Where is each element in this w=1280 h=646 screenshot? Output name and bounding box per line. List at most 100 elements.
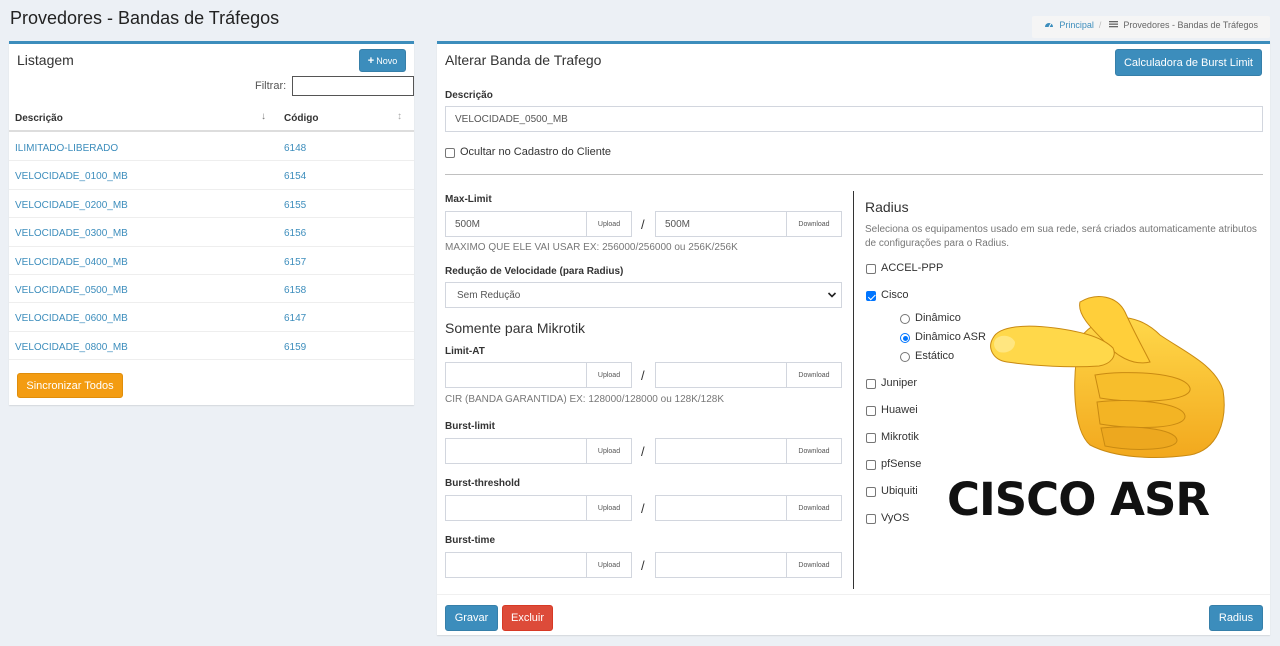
table-row-codigo[interactable]: 6159 bbox=[284, 342, 306, 353]
sync-all-button[interactable]: Sincronizar Todos bbox=[17, 373, 123, 398]
listing-title: Listagem bbox=[17, 52, 74, 68]
burst-time-label: Burst-time bbox=[445, 535, 496, 546]
radius-checkbox-label: ACCEL-PPP bbox=[881, 262, 944, 274]
table-row-descricao[interactable]: VELOCIDADE_0800_MB bbox=[15, 342, 128, 353]
breadcrumb-current: Provedores - Bandas de Tráfegos bbox=[1123, 20, 1258, 30]
max-limit-download-input[interactable]: 500M bbox=[655, 211, 787, 237]
radius-checkbox-juniper[interactable] bbox=[866, 379, 876, 389]
burst-limit-label: Burst-limit bbox=[445, 421, 495, 432]
burst-time-download-input[interactable] bbox=[655, 552, 787, 578]
limit-at-help: CIR (BANDA GARANTIDA) EX: 128000/128000 … bbox=[445, 394, 725, 405]
pointing-hand-emoji-icon bbox=[985, 290, 1230, 463]
page-title: Provedores - Bandas de Tráfegos bbox=[10, 8, 280, 28]
download-addon: Download bbox=[786, 552, 842, 578]
cisco-mode-label: Dinâmico ASR bbox=[915, 331, 986, 343]
burst-threshold-label: Burst-threshold bbox=[445, 478, 520, 489]
table-row-descricao[interactable]: VELOCIDADE_0200_MB bbox=[15, 200, 128, 211]
table-row-descricao[interactable]: VELOCIDADE_0600_MB bbox=[15, 313, 128, 324]
table-row-codigo[interactable]: 6147 bbox=[284, 313, 306, 324]
cisco-mode-radio[interactable] bbox=[900, 352, 910, 362]
radius-checkbox-mikrotik[interactable] bbox=[866, 433, 876, 443]
burst-limit-upload-input[interactable] bbox=[445, 438, 587, 464]
edit-title: Alterar Banda de Trafego bbox=[445, 52, 602, 68]
upload-addon: Upload bbox=[586, 362, 632, 388]
radius-checkbox-label: Juniper bbox=[881, 377, 918, 389]
descricao-input[interactable]: VELOCIDADE_0500_MB bbox=[445, 106, 1263, 132]
table-row-codigo[interactable]: 6157 bbox=[284, 257, 306, 268]
separator-slash: / bbox=[641, 217, 645, 232]
cisco-asr-annotation: CISCO ASR bbox=[947, 473, 1210, 526]
new-button[interactable]: + Novo bbox=[359, 49, 406, 72]
upload-addon: Upload bbox=[586, 552, 632, 578]
burst-limit-download-input[interactable] bbox=[655, 438, 787, 464]
table-row-codigo[interactable]: 6156 bbox=[284, 228, 306, 239]
radius-checkbox-label: VyOS bbox=[881, 512, 910, 524]
table-row-descricao[interactable]: VELOCIDADE_0500_MB bbox=[15, 285, 128, 296]
table-row-descricao[interactable]: VELOCIDADE_0100_MB bbox=[15, 171, 128, 182]
radius-description: Seleciona os equipamentos usado em sua r… bbox=[865, 224, 1257, 249]
hide-client-label: Ocultar no Cadastro do Cliente bbox=[460, 146, 612, 158]
limit-at-label: Limit-AT bbox=[445, 346, 485, 357]
table-row-descricao[interactable]: VELOCIDADE_0300_MB bbox=[15, 228, 128, 239]
radius-button[interactable]: Radius bbox=[1209, 605, 1263, 631]
upload-addon: Upload bbox=[586, 211, 632, 237]
burst-time-upload-input[interactable] bbox=[445, 552, 587, 578]
cisco-mode-radio[interactable] bbox=[900, 314, 910, 324]
radius-checkbox-ubiquiti[interactable] bbox=[866, 487, 876, 497]
limit-at-upload-input[interactable] bbox=[445, 362, 587, 388]
breadcrumb: Principal / Provedores - Bandas de Tráfeg… bbox=[1031, 16, 1270, 38]
radius-checkbox-label: Mikrotik bbox=[881, 431, 919, 443]
table-row-codigo[interactable]: 6158 bbox=[284, 285, 306, 296]
column-header-descricao[interactable]: Descrição bbox=[15, 113, 63, 124]
plus-icon: + bbox=[367, 54, 375, 67]
breadcrumb-home-link[interactable]: Principal bbox=[1059, 20, 1094, 30]
column-header-codigo[interactable]: Código bbox=[284, 113, 318, 124]
listing-panel: Listagem + Novo Filtrar: Descrição ↓ Códi… bbox=[9, 41, 414, 405]
separator-slash: / bbox=[641, 558, 645, 573]
max-limit-help: MAXIMO QUE ELE VAI USAR EX: 256000/25600… bbox=[445, 242, 738, 253]
table-row-codigo[interactable]: 6154 bbox=[284, 171, 306, 182]
radius-checkbox-cisco[interactable] bbox=[866, 291, 876, 301]
burst-calculator-button[interactable]: Calculadora de Burst Limit bbox=[1115, 49, 1262, 76]
chevron-down-icon bbox=[827, 287, 837, 306]
upload-addon: Upload bbox=[586, 438, 632, 464]
download-addon: Download bbox=[786, 211, 842, 237]
radius-checkbox-label: Ubiquiti bbox=[881, 485, 918, 497]
table-row-codigo[interactable]: 6148 bbox=[284, 143, 306, 154]
radius-checkbox-pfsense[interactable] bbox=[866, 460, 876, 470]
download-addon: Download bbox=[786, 362, 842, 388]
save-button[interactable]: Gravar bbox=[445, 605, 498, 631]
max-limit-upload-input[interactable]: 500M bbox=[445, 211, 587, 237]
radius-title: Radius bbox=[865, 199, 909, 215]
table-row-codigo[interactable]: 6155 bbox=[284, 200, 306, 211]
cisco-mode-radio[interactable] bbox=[900, 333, 910, 343]
filter-input[interactable] bbox=[292, 76, 414, 96]
filter-label: Filtrar: bbox=[255, 80, 287, 92]
upload-addon: Upload bbox=[586, 495, 632, 521]
limit-at-download-input[interactable] bbox=[655, 362, 787, 388]
max-limit-label: Max-Limit bbox=[445, 194, 492, 205]
table-row-descricao[interactable]: ILIMITADO-LIBERADO bbox=[15, 143, 118, 154]
sort-both-icon[interactable]: ↕ bbox=[397, 111, 402, 122]
radius-checkbox-accel-ppp[interactable] bbox=[866, 264, 876, 274]
cisco-mode-label: Dinâmico bbox=[915, 312, 961, 324]
radius-checkbox-vyos[interactable] bbox=[866, 514, 876, 524]
burst-threshold-upload-input[interactable] bbox=[445, 495, 587, 521]
table-row-descricao[interactable]: VELOCIDADE_0400_MB bbox=[15, 257, 128, 268]
radius-checkbox-huawei[interactable] bbox=[866, 406, 876, 416]
reducao-label: Redução de Velocidade (para Radius) bbox=[445, 266, 624, 277]
radius-checkbox-label: Cisco bbox=[881, 289, 909, 301]
separator-slash: / bbox=[641, 501, 645, 516]
mikrotik-title: Somente para Mikrotik bbox=[445, 320, 586, 336]
download-addon: Download bbox=[786, 438, 842, 464]
download-addon: Download bbox=[786, 495, 842, 521]
radius-checkbox-label: pfSense bbox=[881, 458, 922, 470]
cisco-mode-label: Estático bbox=[915, 350, 955, 362]
separator-slash: / bbox=[641, 368, 645, 383]
sort-asc-icon[interactable]: ↓ bbox=[261, 111, 266, 122]
reducao-select[interactable]: Sem Redução bbox=[445, 282, 842, 308]
burst-threshold-download-input[interactable] bbox=[655, 495, 787, 521]
radius-checkbox-label: Huawei bbox=[881, 404, 918, 416]
hide-client-checkbox[interactable] bbox=[445, 148, 455, 158]
delete-button[interactable]: Excluir bbox=[502, 605, 553, 631]
